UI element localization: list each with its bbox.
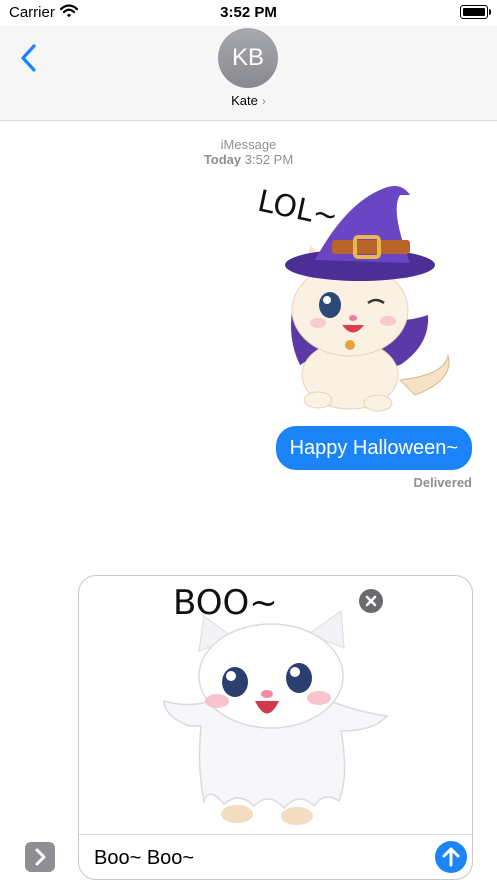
battery-icon (460, 5, 491, 19)
close-icon (365, 595, 377, 607)
sticker-caption-lol: LOL~ (255, 184, 342, 235)
service-label: iMessage (220, 137, 277, 152)
compose-divider (79, 834, 472, 835)
ghost-cat-sticker: BOO~ (163, 583, 389, 825)
chevron-right-icon: › (261, 94, 266, 108)
contact-avatar[interactable]: KB (218, 28, 278, 88)
compose-field[interactable]: BOO~ Boo~ Boo~ (78, 575, 473, 880)
chevron-right-icon (35, 848, 46, 866)
back-chevron-icon[interactable] (18, 43, 40, 73)
remove-sticker-button[interactable] (359, 589, 383, 613)
sticker-caption-boo: BOO~ (173, 583, 278, 623)
contact-name-button[interactable]: Kate › (0, 93, 497, 108)
witch-cat-sticker[interactable]: LOL~ (250, 175, 465, 415)
status-time: 3:52 PM (220, 4, 277, 21)
app-drawer-button[interactable] (25, 842, 55, 872)
delivery-status: Delivered (413, 475, 472, 490)
conversation-header: KB Kate › (0, 26, 497, 121)
status-bar: Carrier 3:52 PM (0, 0, 497, 26)
message-input[interactable]: Boo~ Boo~ (94, 847, 194, 870)
message-timestamp: Today 3:52 PM (203, 152, 294, 167)
sent-message-bubble[interactable]: Happy Halloween~ (275, 426, 472, 470)
send-arrow-icon (442, 847, 460, 867)
contact-name: Kate (231, 93, 258, 108)
send-button[interactable] (435, 841, 467, 873)
